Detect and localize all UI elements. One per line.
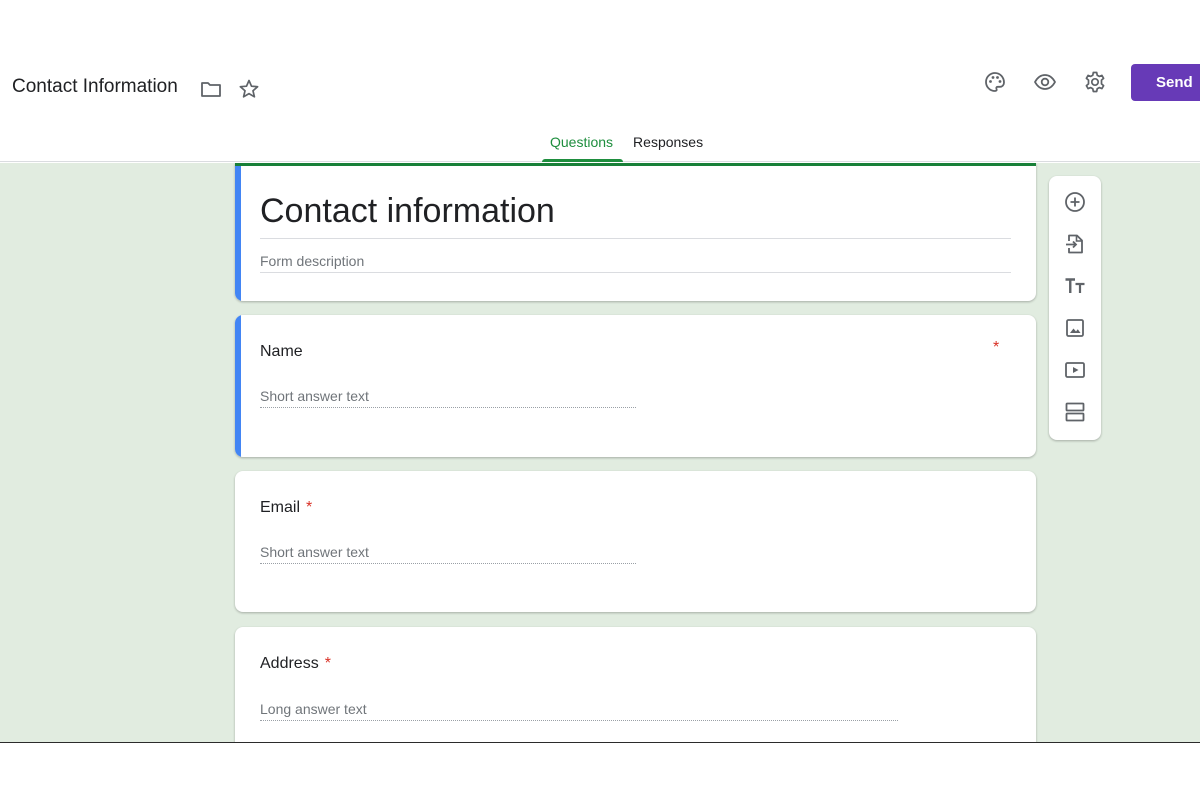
form-description-field[interactable]: Form description [260,253,364,269]
import-questions-icon[interactable] [1062,231,1088,257]
answer-placeholder: Long answer text [260,701,367,717]
required-asterisk: * [306,499,313,516]
header: Contact Information Send Questions Respo… [0,50,1200,162]
tab-responses[interactable]: Responses [623,130,713,162]
focus-indicator [235,315,241,457]
tabs: Questions Responses [540,130,713,162]
question-title-text[interactable]: Address [260,655,319,672]
form-title[interactable]: Contact information [260,192,555,231]
document-title[interactable]: Contact Information [12,76,178,98]
add-section-icon[interactable] [1062,399,1088,425]
side-toolbar [1049,176,1101,440]
palette-icon[interactable] [982,69,1008,95]
question-title-text[interactable]: Email [260,499,300,516]
send-button[interactable]: Send [1131,64,1200,101]
star-icon[interactable] [236,76,262,102]
folder-icon[interactable] [198,76,224,102]
gear-icon[interactable] [1082,69,1108,95]
question-title: Address * [260,655,331,673]
answer-underline [260,563,636,564]
forms-editor-page: Contact Information Send Questions Respo… [0,0,1200,800]
description-underline [260,272,1011,273]
add-video-icon[interactable] [1062,357,1088,383]
required-asterisk: * [993,339,1000,356]
question-card-address[interactable]: Address * Long answer text [235,627,1036,742]
form-title-card[interactable]: Contact information Form description [235,163,1036,301]
question-card-name[interactable]: Name * Short answer text [235,315,1036,457]
answer-underline [260,407,636,408]
add-question-icon[interactable] [1062,189,1088,215]
focus-indicator [235,166,241,301]
form-canvas: Contact information Form description Nam… [0,163,1200,743]
question-title: Email * [260,499,312,517]
answer-placeholder: Short answer text [260,544,369,560]
answer-placeholder: Short answer text [260,388,369,404]
eye-icon[interactable] [1032,69,1058,95]
question-title[interactable]: Name [260,343,303,361]
add-image-icon[interactable] [1062,315,1088,341]
answer-underline [260,720,898,721]
add-title-icon[interactable] [1062,273,1088,299]
title-underline [260,238,1011,239]
required-asterisk: * [324,655,331,672]
tab-questions[interactable]: Questions [540,130,624,162]
question-card-email[interactable]: Email * Short answer text [235,471,1036,612]
